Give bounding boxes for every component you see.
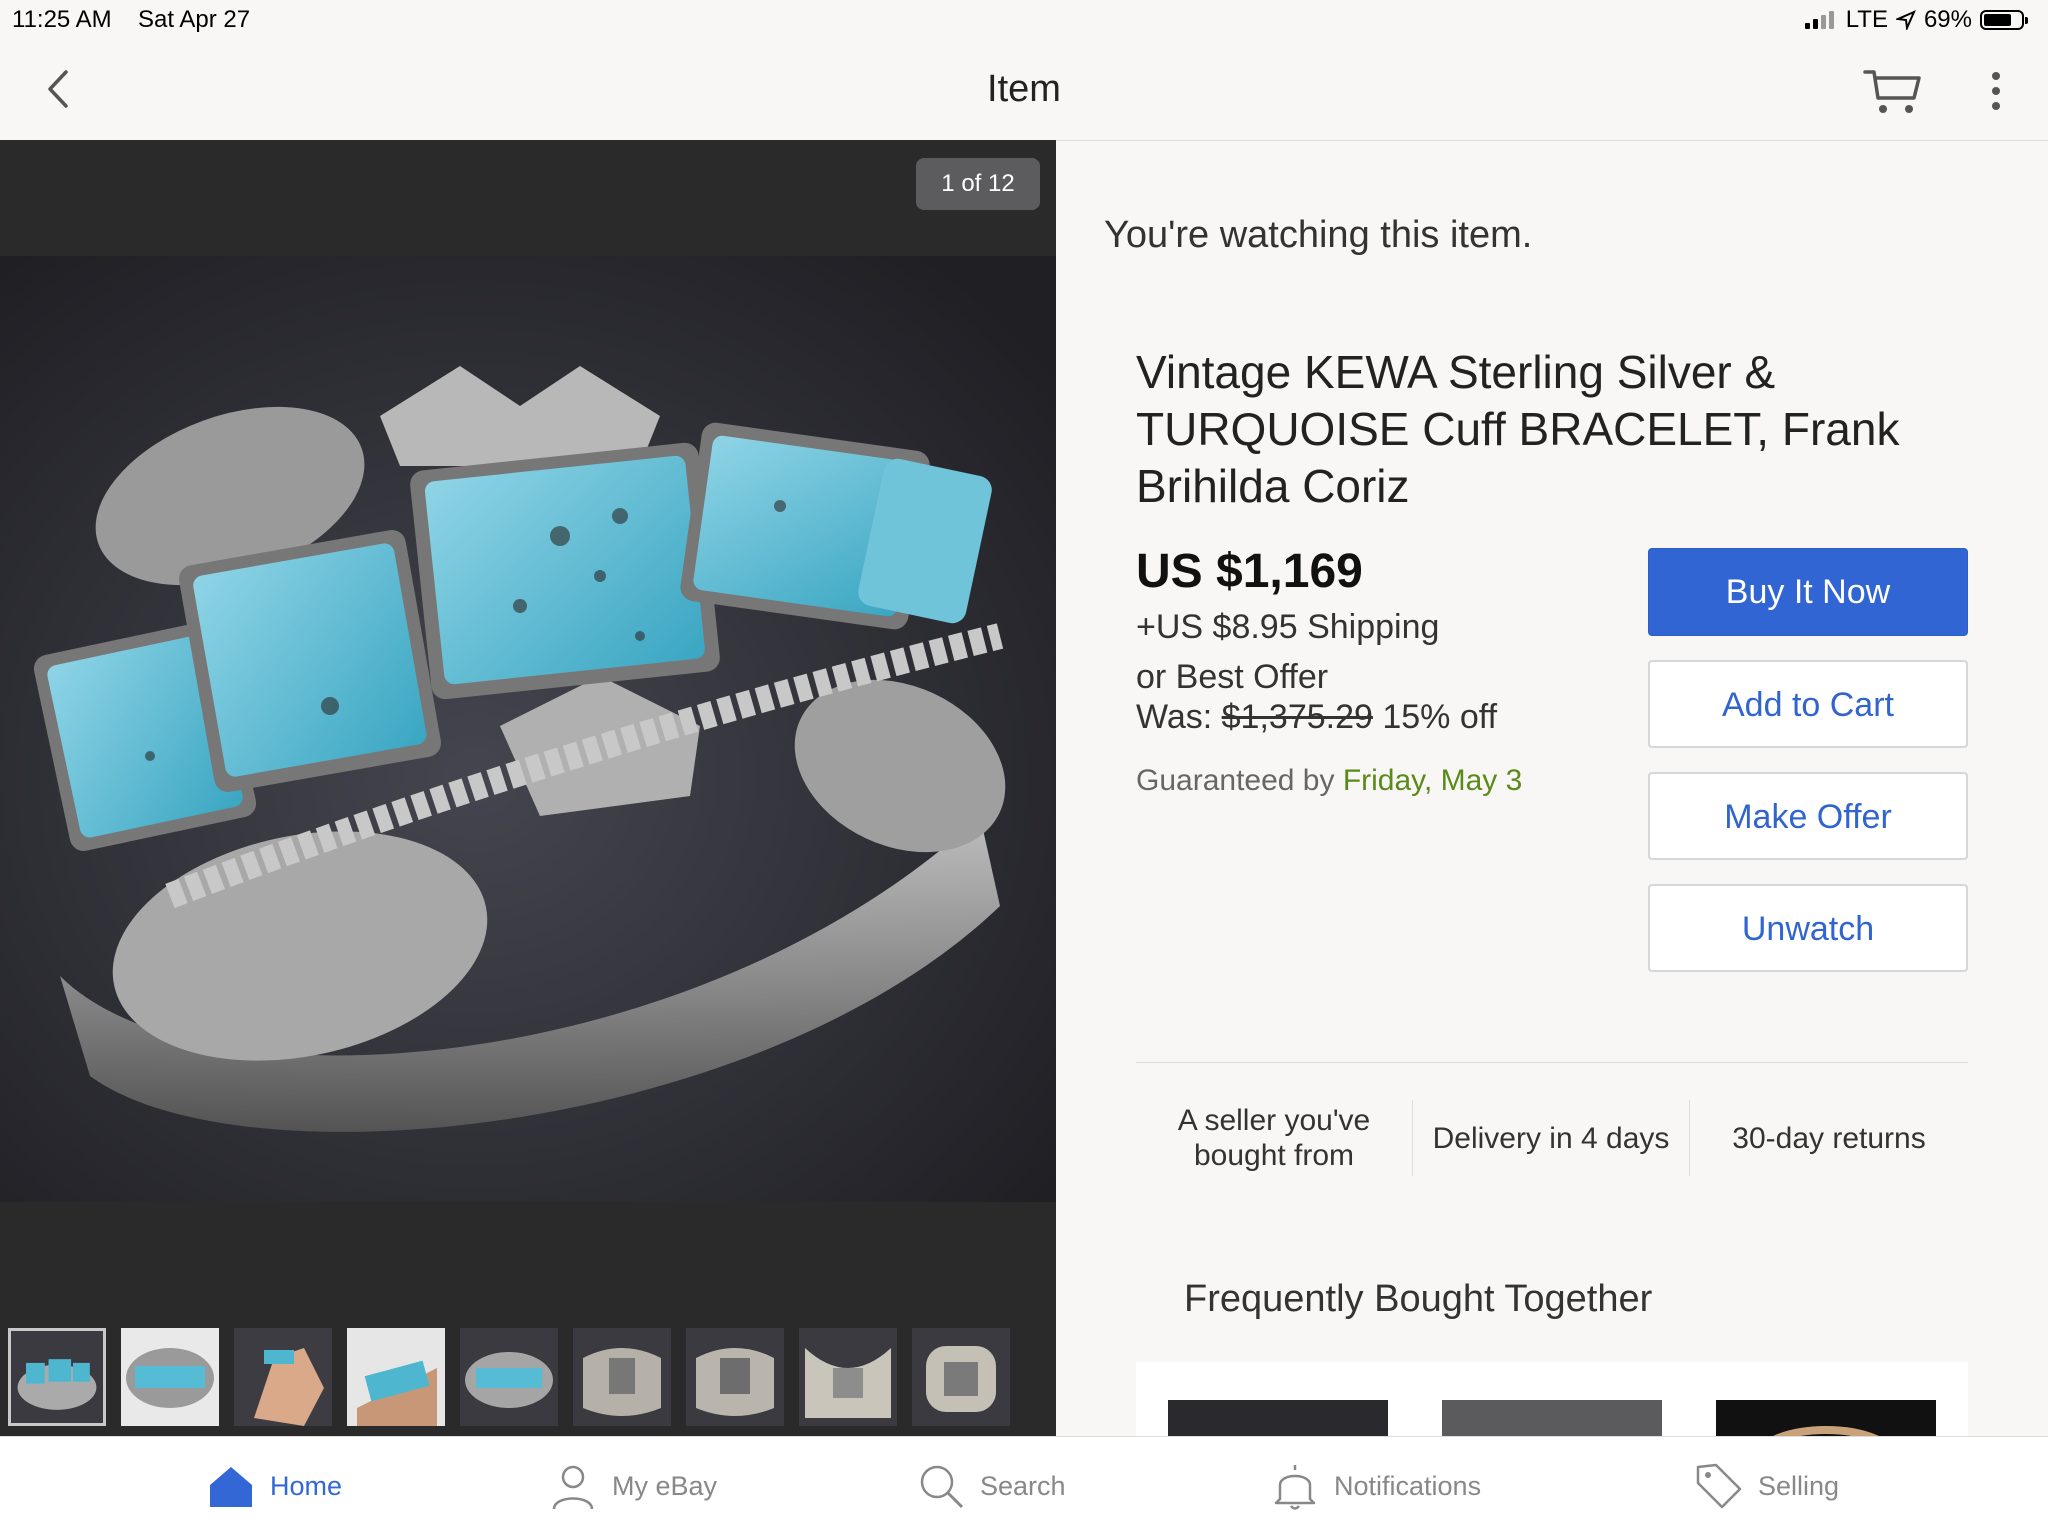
main-product-photo[interactable] [0, 256, 1056, 1202]
was-price-line: Was: $1,375.29 15% off [1136, 698, 1497, 737]
battery-percent: 69% [1923, 6, 1972, 33]
thumbnail-image [347, 1328, 445, 1426]
feature-delivery: Delivery in 4 days [1412, 1100, 1689, 1176]
tab-search-label: Search [980, 1470, 1066, 1501]
thumbnail-4[interactable] [347, 1328, 445, 1426]
image-gallery[interactable]: 1 of 12 [0, 140, 1056, 1436]
thumbnail-image [234, 1328, 332, 1426]
location-arrow-icon [1895, 10, 1916, 30]
was-label: Was: [1136, 698, 1213, 736]
battery-icon [1980, 10, 2028, 30]
item-title: Vintage KEWA Sterling Silver & TURQUOISE… [1136, 346, 1900, 512]
tab-search[interactable]: Search [916, 1461, 1066, 1511]
cart-icon[interactable] [1862, 62, 1924, 118]
tag-icon [1696, 1463, 1742, 1509]
fbt-heading: Frequently Bought Together [1184, 1278, 1653, 1320]
page-title: Item [987, 68, 1061, 110]
search-icon [920, 1465, 964, 1509]
tab-notifications-label: Notifications [1334, 1470, 1482, 1501]
thumbnail-image [121, 1328, 219, 1426]
status-date: Sat Apr 27 [138, 6, 251, 33]
thumbnail-image [11, 1331, 103, 1423]
thumbnail-image [799, 1328, 897, 1426]
tab-notifications[interactable]: Notifications [1270, 1461, 1481, 1511]
thumbnail-8[interactable] [799, 1328, 897, 1426]
feature-seller: A seller you've bought from [1177, 1104, 1371, 1172]
shipping-cost: +US $8.95 Shipping [1136, 608, 1440, 646]
was-price: $1,375.29 [1221, 698, 1373, 736]
delivery-guarantee: Guaranteed by Friday, May 3 [1136, 764, 1522, 798]
feature-highlights: A seller you've bought from Delivery in … [1136, 1100, 1968, 1176]
image-counter: 1 of 12 [916, 158, 1040, 210]
section-divider [1136, 1062, 1968, 1063]
network-label: LTE [1845, 6, 1888, 33]
thumbnail-image [686, 1328, 784, 1426]
status-right: LTE 69% [1804, 6, 2028, 34]
tab-home-label: Home [270, 1470, 343, 1501]
discount-label: 15% off [1382, 698, 1498, 736]
tab-selling-label: Selling [1758, 1470, 1840, 1501]
unwatch-button[interactable]: Unwatch [1648, 884, 1968, 972]
guaranteed-label: Guaranteed by [1136, 764, 1335, 797]
item-price: US $1,169 [1136, 545, 1363, 598]
tab-my-ebay[interactable]: My eBay [548, 1461, 717, 1511]
thumbnail-strip [8, 1328, 1010, 1426]
thumbnail-1[interactable] [8, 1328, 106, 1426]
tab-home[interactable]: Home [206, 1461, 342, 1511]
more-options-icon[interactable] [1982, 68, 2010, 114]
thumbnail-2[interactable] [121, 1328, 219, 1426]
bell-icon [1274, 1465, 1316, 1510]
signal-icon [1804, 11, 1834, 29]
status-bar: 11:25 AM Sat Apr 27 LTE 69% [0, 0, 2048, 40]
guaranteed-date: Friday, May 3 [1342, 764, 1523, 797]
thumbnail-3[interactable] [234, 1328, 332, 1426]
best-offer-label: or Best Offer [1136, 658, 1329, 696]
thumbnail-image [573, 1328, 671, 1426]
add-to-cart-button[interactable]: Add to Cart [1648, 660, 1968, 748]
nav-bar: Item [0, 40, 2048, 141]
thumbnail-9[interactable] [912, 1328, 1010, 1426]
buy-it-now-button[interactable]: Buy It Now [1648, 548, 1968, 636]
thumbnail-image [912, 1328, 1010, 1426]
user-icon [552, 1465, 594, 1510]
thumbnail-image [460, 1328, 558, 1426]
home-icon [210, 1467, 252, 1507]
thumbnail-5[interactable] [460, 1328, 558, 1426]
bottom-tab-bar: Home My eBay Search Notifications Sellin… [0, 1436, 2048, 1537]
thumbnail-6[interactable] [573, 1328, 671, 1426]
fbt-carousel[interactable] [1136, 1362, 1968, 1442]
thumbnail-7[interactable] [686, 1328, 784, 1426]
watching-notice: You're watching this item. [1104, 214, 1533, 256]
status-time: 11:25 AM [12, 6, 112, 33]
make-offer-button[interactable]: Make Offer [1648, 772, 1968, 860]
feature-returns: 30-day returns [1689, 1100, 1968, 1176]
tab-selling[interactable]: Selling [1694, 1461, 1839, 1511]
tab-my-ebay-label: My eBay [612, 1470, 718, 1501]
